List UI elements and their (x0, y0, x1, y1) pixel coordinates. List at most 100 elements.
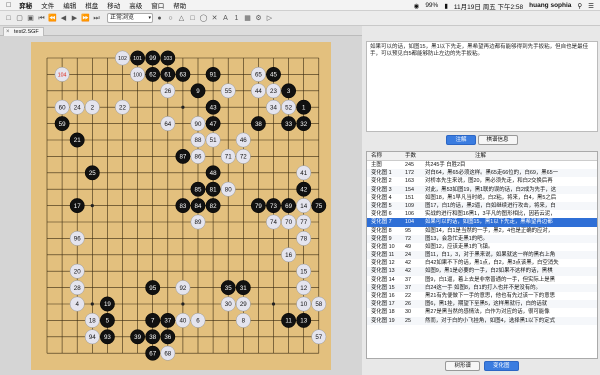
black-stone[interactable]: 25 (84, 165, 100, 181)
black-stone[interactable]: 91 (205, 66, 221, 82)
black-stone[interactable]: 39 (130, 329, 146, 345)
white-stone[interactable]: 92 (175, 280, 191, 296)
black-stone[interactable]: 95 (145, 280, 161, 296)
black-stone[interactable]: 63 (175, 66, 191, 82)
white-stone[interactable]: 80 (220, 181, 236, 197)
white-stone[interactable]: 70 (281, 214, 297, 230)
white-stone[interactable]: 51 (205, 132, 221, 148)
black-stone[interactable]: 59 (54, 116, 70, 132)
variation-row[interactable]: 变化图 4 151 如图18，黑1早凡当时绝，白2粘，将来，白4，黑5之后 (367, 194, 597, 202)
white-stone[interactable]: 40 (175, 312, 191, 328)
variation-row[interactable]: 变化图 17 26 图6，黑1挂，期望下至黑5，这样黑就行，白的话就 (367, 300, 597, 309)
white-stone[interactable]: 102 (115, 50, 130, 66)
variation-row[interactable]: 变化图 8 95 如图14，白1是当然的一手，黑2，4也是正确的应对， (367, 227, 597, 235)
white-stone[interactable]: 46 (235, 132, 251, 148)
white-stone[interactable]: 28 (69, 280, 85, 296)
letter-mark-icon[interactable]: A (221, 14, 230, 23)
white-stone[interactable]: 29 (235, 296, 251, 312)
menu-move[interactable]: 移动 (107, 0, 120, 10)
black-stone-icon[interactable]: ● (155, 14, 164, 23)
white-stone[interactable]: 12 (296, 280, 312, 296)
white-stone[interactable]: 14 (296, 198, 312, 214)
variation-row[interactable]: 变化图 16 22 黑21有先便做下一手的意思，他也有先过该一下的意思 (367, 292, 597, 300)
save-icon[interactable]: ▣ (26, 14, 35, 23)
battery-icon[interactable]: ▮ (444, 2, 448, 10)
variation-row[interactable]: 变化图 14 37 图9，白1逼，着上去是非常普通的一手，但实际上是黑 (367, 276, 597, 284)
white-stone[interactable]: 60 (54, 99, 70, 115)
black-stone[interactable]: 75 (311, 198, 327, 214)
back-fast-icon[interactable]: ⏪ (48, 14, 57, 23)
white-stone[interactable]: 4 (69, 296, 85, 312)
white-stone[interactable]: 26 (160, 83, 176, 99)
white-stone[interactable]: 18 (84, 312, 100, 328)
mode-select[interactable]: 正常浏览 ▾ (107, 13, 153, 23)
black-stone[interactable]: 83 (175, 198, 191, 214)
close-icon[interactable]: × (6, 28, 10, 36)
black-stone[interactable]: 35 (220, 280, 236, 296)
forward-fast-icon[interactable]: ⏩ (81, 14, 90, 23)
apple-icon[interactable]:  (6, 2, 11, 9)
black-stone[interactable]: 9 (190, 83, 206, 99)
variation-row[interactable]: 变化图 7 104 如果可以的话，如图15，黑1以下先走，黑希望再边都 (367, 218, 597, 227)
black-stone[interactable]: 45 (266, 66, 281, 82)
variation-row[interactable]: 变化图 6 106 实战的进行和图16黑1，3平凡的图形相比，因若云泥， (367, 210, 597, 218)
variation-row[interactable]: 主图 245 共245手 白胜2目 (367, 161, 597, 169)
white-stone[interactable]: 22 (115, 99, 130, 115)
black-stone[interactable]: 11 (281, 312, 297, 328)
white-stone[interactable]: 24 (69, 99, 85, 115)
white-stone[interactable]: 16 (281, 247, 297, 263)
black-stone[interactable]: 61 (160, 66, 176, 82)
white-stone[interactable]: 34 (266, 99, 281, 115)
back-icon[interactable]: ◀ (59, 14, 68, 23)
black-stone[interactable]: 48 (205, 165, 221, 181)
menu-list-icon[interactable]: ☰ (588, 2, 594, 10)
col-moves[interactable]: 手数 (405, 152, 425, 160)
black-stone[interactable]: 36 (160, 329, 176, 345)
white-stone[interactable]: 20 (69, 263, 85, 279)
black-stone[interactable]: 47 (205, 116, 221, 132)
white-stone[interactable]: 55 (220, 83, 236, 99)
white-stone[interactable]: 44 (250, 83, 266, 99)
tab-game-info[interactable]: 棋谱信息 (477, 135, 518, 145)
col-name[interactable]: 名称 (367, 152, 405, 160)
white-stone[interactable]: 96 (69, 230, 85, 246)
cross-mark-icon[interactable]: ✕ (210, 14, 219, 23)
white-stone[interactable]: 100 (130, 66, 146, 82)
black-stone[interactable]: 81 (205, 181, 221, 197)
settings-icon[interactable]: ⚙ (254, 14, 263, 23)
black-stone[interactable]: 19 (99, 296, 115, 312)
variation-row[interactable]: 变化图 3 154 对此，黑53如图19，黑1联的误的话，白2成为先手，这 (367, 185, 597, 194)
white-stone[interactable]: 6 (190, 312, 206, 328)
black-stone[interactable]: 5 (99, 312, 115, 328)
black-stone[interactable]: 84 (190, 198, 206, 214)
circle-mark-icon[interactable]: ◯ (199, 14, 208, 23)
forward-icon[interactable]: ▶ (70, 14, 79, 23)
white-stone[interactable]: 65 (250, 66, 266, 82)
square-mark-icon[interactable]: □ (188, 14, 197, 23)
white-stone[interactable]: 72 (235, 148, 251, 164)
black-stone[interactable]: 62 (145, 66, 161, 82)
white-stone[interactable]: 57 (311, 329, 327, 345)
variation-row[interactable]: 变化图 12 42 白42如果不下的话，黑1点，白2，黑3点该黑，白空消失 (367, 259, 597, 267)
white-stone[interactable]: 8 (235, 312, 251, 328)
black-stone[interactable]: 3 (281, 83, 297, 99)
black-stone[interactable]: 37 (160, 312, 176, 328)
new-file-icon[interactable]: □ (4, 14, 13, 23)
menu-app[interactable]: 弈秘 (19, 0, 32, 10)
last-move-icon[interactable]: ⏭ (92, 14, 101, 23)
variation-row[interactable]: 变化图 1 172 对白64，黑65必须这样。黑65走66位的，白69，黑65一 (367, 169, 597, 178)
black-stone[interactable]: 42 (296, 181, 312, 197)
white-stone[interactable]: 77 (296, 214, 312, 230)
variation-row[interactable]: 变化图 13 42 如图9，黑1是必要的一手，白2如果不这样的话，黑棋 (367, 267, 597, 276)
white-stone-icon[interactable]: ○ (166, 14, 175, 23)
white-stone[interactable]: 68 (160, 345, 176, 361)
white-stone[interactable]: 2 (84, 99, 100, 115)
tab-test2[interactable]: × test2.SGF (3, 27, 44, 36)
variation-row[interactable]: 变化图 9 72 图13，会急忙走黑1的吧。 (367, 234, 597, 243)
white-stone[interactable]: 78 (296, 230, 312, 246)
black-stone[interactable]: 17 (69, 198, 85, 214)
black-stone[interactable]: 79 (250, 198, 266, 214)
triangle-mark-icon[interactable]: △ (177, 14, 186, 23)
play-icon[interactable]: ▷ (265, 14, 274, 23)
white-stone[interactable]: 58 (311, 296, 327, 312)
